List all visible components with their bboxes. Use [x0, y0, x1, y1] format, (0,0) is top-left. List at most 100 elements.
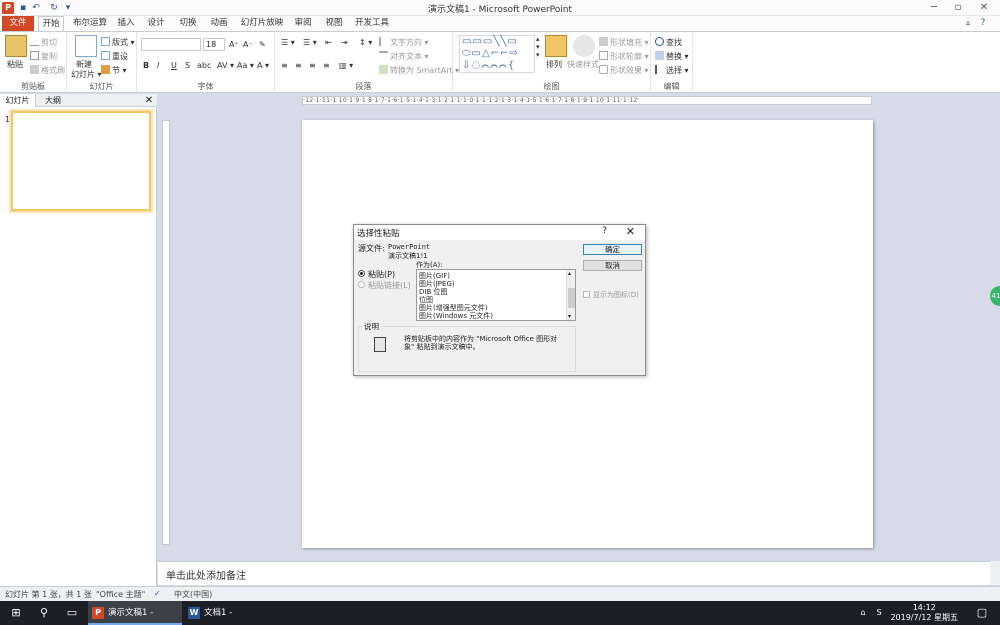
list-item[interactable]: 图片(Windows 元文件) [419, 311, 493, 321]
align-center-icon[interactable]: ≡ [295, 61, 302, 70]
select-button[interactable]: 选择 ▾ [655, 65, 689, 76]
paste-radio[interactable] [358, 270, 365, 277]
shape-fill-button[interactable]: 形状填充 ▾ [599, 37, 649, 48]
help-icon[interactable]: ? [976, 16, 990, 31]
new-slide-icon[interactable] [75, 35, 97, 57]
theme-name: "Office 主题" [96, 590, 146, 599]
scroll-up-icon[interactable]: ▴ [568, 270, 571, 277]
replace-icon [655, 51, 664, 60]
decrease-indent-icon[interactable]: ⇤ [325, 38, 332, 47]
notes-pane[interactable]: 单击此处添加备注 [158, 561, 990, 585]
tab-boolean[interactable]: 布尔运算 [70, 16, 110, 31]
tab-developer[interactable]: 开发工具 [354, 16, 390, 31]
underline-button[interactable]: U [171, 61, 177, 70]
editing-group-label: 编辑 [663, 82, 680, 91]
line-spacing-icon[interactable]: ↕ ▾ [359, 38, 372, 47]
system-clock[interactable]: 14:12 2019/7/12 星期五 [890, 603, 958, 623]
listbox-scrollbar[interactable]: ▴ ▾ [566, 270, 575, 320]
tab-view[interactable]: 视图 [322, 16, 346, 31]
restore-button[interactable]: ▫ [946, 1, 970, 15]
shapes-gallery[interactable]: ▭▭▭╲╲▭ ⬭▭△⌐⌐⇨ ⇩◌⌒⌒⌒{ [459, 35, 535, 73]
bold-button[interactable]: B [143, 61, 149, 70]
dialog-help-button[interactable]: ? [602, 226, 607, 236]
taskbar-app-powerpoint[interactable]: P 演示文稿1 - Micro... [88, 601, 182, 625]
close-window-button[interactable]: ✕ [972, 1, 996, 15]
ok-button[interactable]: 确定 [583, 244, 642, 255]
char-spacing-button[interactable]: AV ▾ [217, 61, 234, 70]
tab-home[interactable]: 开始 [38, 16, 64, 31]
language[interactable]: 中文(中国) [174, 589, 212, 600]
minimize-button[interactable]: ─ [922, 1, 946, 15]
scroll-down-icon[interactable]: ▾ [568, 313, 571, 320]
drawing-group: ▭▭▭╲╲▭ ⬭▭△⌐⌐⇨ ⇩◌⌒⌒⌒{ ▴ ▾ ▾ 排列 快速样式 形状填充 ▾ … [453, 32, 651, 93]
minimize-ribbon-icon[interactable]: ▵ [962, 16, 974, 31]
tab-animations[interactable]: 动画 [207, 16, 231, 31]
smartart-button[interactable]: 转换为 SmartArt ▾ [379, 65, 459, 76]
copy-button[interactable]: 复制 [30, 51, 57, 62]
find-button[interactable]: 查找 [655, 37, 682, 48]
paste-button[interactable]: 粘贴 [7, 59, 23, 70]
font-color-button[interactable]: A ▾ [257, 61, 269, 70]
display-as-icon-checkbox[interactable] [583, 291, 590, 298]
windows-start-icon[interactable]: ⊞ [2, 601, 30, 625]
format-painter-button[interactable]: 格式刷 [30, 65, 65, 76]
new-slide-dropdown[interactable]: 幻灯片 ▾ [71, 69, 102, 80]
font-size-input[interactable]: 18 [203, 38, 225, 51]
tab-review[interactable]: 审阅 [291, 16, 315, 31]
shadow-button[interactable]: abc [197, 61, 211, 70]
shrink-font-button[interactable]: A⁻ [243, 40, 253, 49]
font-name-input[interactable] [141, 38, 201, 51]
tray-icon[interactable]: ⌂ [856, 601, 870, 625]
paste-link-radio[interactable] [358, 281, 365, 288]
italic-button[interactable]: I [157, 61, 159, 70]
arrange-button[interactable]: 排列 [546, 59, 562, 70]
increase-indent-icon[interactable]: ⇥ [341, 38, 348, 47]
cancel-button[interactable]: 取消 [583, 260, 642, 271]
paste-icon[interactable] [5, 35, 27, 57]
spellcheck-icon[interactable]: ✓ [154, 589, 161, 598]
tab-slideshow[interactable]: 幻灯片放映 [240, 16, 284, 31]
tab-outline-pane[interactable]: 大纲 [38, 94, 68, 107]
tab-slides-pane[interactable]: 幻灯片 [0, 94, 36, 107]
shapes-scroll-icon[interactable]: ▴ ▾ ▾ [536, 35, 540, 59]
clock-date: 2019/7/12 星期五 [890, 613, 958, 622]
tab-transitions[interactable]: 切换 [176, 16, 200, 31]
scrollbar-thumb[interactable] [568, 288, 575, 308]
ime-icon[interactable]: S [872, 601, 886, 625]
reset-button[interactable]: 重设 [101, 51, 128, 62]
align-left-icon[interactable]: ≡ [281, 61, 288, 70]
section-button[interactable]: 节 ▾ [101, 65, 127, 76]
layout-button[interactable]: 版式 ▾ [101, 37, 135, 48]
search-icon[interactable]: ⚲ [30, 601, 58, 625]
bullets-icon[interactable]: ☰ ▾ [281, 38, 295, 47]
grow-font-button[interactable]: A⁺ [229, 40, 239, 49]
close-pane-icon[interactable]: ✕ [142, 94, 156, 107]
tab-insert[interactable]: 插入 [114, 16, 138, 31]
taskbar-app-word[interactable]: W 文档1 - Microsoft... [184, 601, 278, 625]
quick-styles-button[interactable]: 快速样式 [567, 59, 599, 70]
justify-icon[interactable]: ≡ [323, 61, 330, 70]
slide-thumbnail[interactable] [11, 111, 151, 211]
shape-outline-button[interactable]: 形状轮廓 ▾ [599, 51, 649, 62]
quick-styles-icon[interactable] [573, 35, 595, 57]
columns-icon[interactable]: ▥ ▾ [339, 61, 353, 70]
notes-scrollbar[interactable] [990, 561, 1000, 585]
change-case-button[interactable]: Aa ▾ [237, 61, 254, 70]
strikethrough-button[interactable]: S [185, 61, 190, 70]
align-text-button[interactable]: 对齐文本 ▾ [379, 51, 429, 62]
text-direction-button[interactable]: 文字方向 ▾ [379, 37, 429, 48]
notification-icon[interactable]: ▢ [968, 601, 996, 625]
align-right-icon[interactable]: ≡ [309, 61, 316, 70]
task-view-icon[interactable]: ▭ [58, 601, 86, 625]
side-badge[interactable]: 41 [990, 286, 1000, 306]
cut-button[interactable]: 剪切 [30, 37, 57, 48]
dialog-close-button[interactable]: ✕ [626, 225, 635, 238]
tab-design[interactable]: 设计 [144, 16, 168, 31]
numbering-icon[interactable]: ☰ ▾ [303, 38, 317, 47]
paste-as-listbox[interactable]: 图片(GIF) 图片(JPEG) DIB 位图 位图 图片(增强型图元文件) 图… [416, 269, 576, 321]
arrange-icon[interactable] [545, 35, 567, 57]
shape-effects-button[interactable]: 形状效果 ▾ [599, 65, 649, 76]
replace-button[interactable]: 替换 ▾ [655, 51, 689, 62]
tab-file[interactable]: 文件 [2, 16, 34, 31]
clear-format-button[interactable]: ✎ [259, 40, 266, 49]
